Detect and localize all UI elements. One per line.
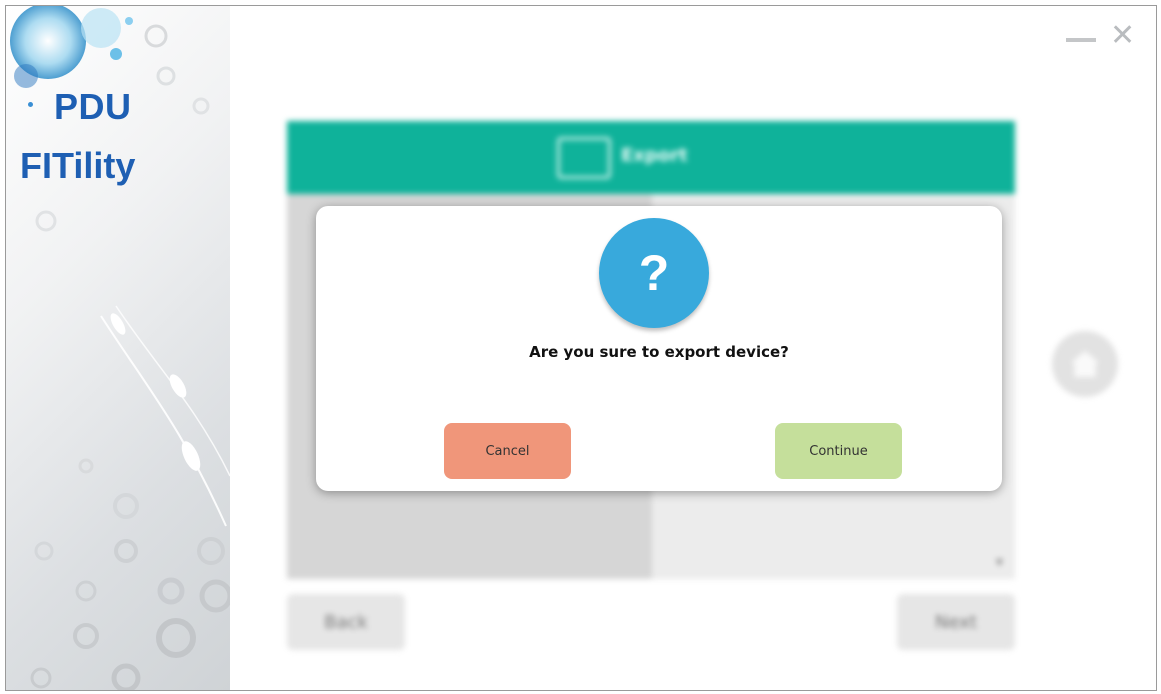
export-panel-header: Export xyxy=(287,121,1015,194)
folder-icon xyxy=(557,137,611,179)
next-button: Next xyxy=(897,594,1015,650)
home-button xyxy=(1052,331,1118,397)
scroll-down-icon: ▼ xyxy=(996,558,1003,568)
confirm-dialog: ? Are you sure to export device? Cancel … xyxy=(316,206,1002,491)
continue-button[interactable]: Continue xyxy=(775,423,902,479)
cancel-button[interactable]: Cancel xyxy=(444,423,571,479)
question-glyph: ? xyxy=(638,245,670,301)
back-button: Back xyxy=(287,594,405,650)
app-window: PDU FITility ✕ Export ▼ Back Next ? Are … xyxy=(5,5,1157,691)
home-icon xyxy=(1071,351,1099,377)
question-icon: ? xyxy=(599,218,709,328)
dialog-message: Are you sure to export device? xyxy=(529,343,789,361)
export-panel-title: Export xyxy=(621,145,688,166)
